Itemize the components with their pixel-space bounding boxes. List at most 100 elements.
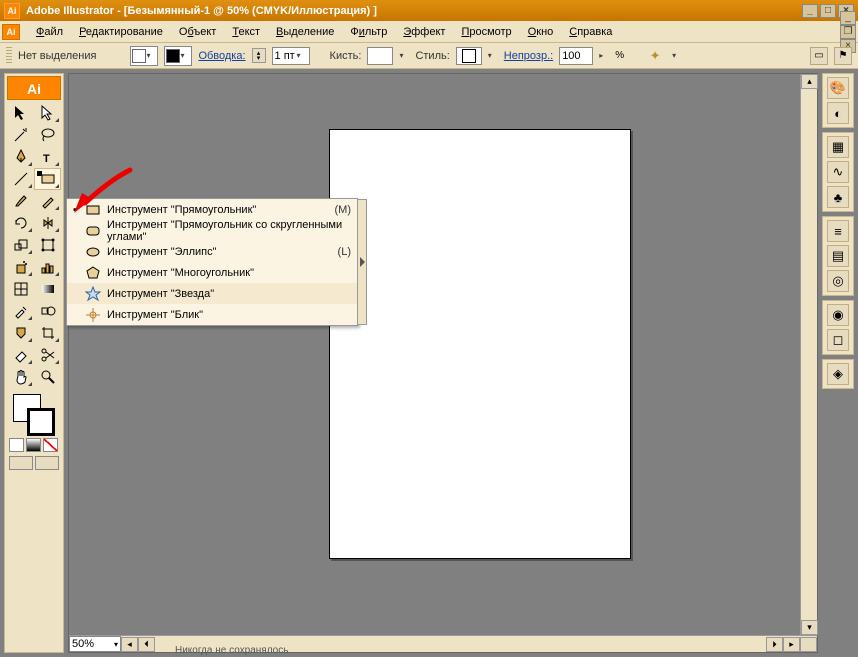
scale-tool[interactable] [7, 234, 34, 256]
symbol-sprayer-tool[interactable] [7, 256, 34, 278]
stroke-weight-input[interactable]: 1 пт▾ [272, 47, 310, 65]
crop-tool[interactable] [34, 322, 61, 344]
color-swatches[interactable] [7, 392, 61, 436]
stroke-panel-link[interactable]: Обводка: [198, 50, 245, 62]
stroke-color-well[interactable]: ▾ [164, 46, 192, 66]
brushes-panel-icon[interactable]: ∿ [827, 161, 849, 183]
canvas[interactable] [69, 74, 800, 635]
style-label: Стиль: [415, 50, 449, 62]
flyout-tearoff-handle[interactable] [357, 199, 367, 325]
style-picker[interactable] [456, 47, 482, 65]
gradient-mode-button[interactable] [26, 438, 41, 452]
minimize-button[interactable]: _ [802, 4, 818, 18]
menu-help[interactable]: Справка [561, 23, 620, 41]
scissors-tool[interactable] [34, 344, 61, 366]
save-status: Никогда не сохранялось [175, 645, 288, 656]
scroll-right-button[interactable]: ▸ [783, 637, 800, 652]
pen-tool[interactable] [7, 146, 34, 168]
zoom-input[interactable]: 50%▾ [69, 636, 121, 652]
maximize-button[interactable]: □ [820, 4, 836, 18]
vertical-scrollbar[interactable]: ▴ ▾ [800, 74, 817, 635]
flyout-ellipse-tool[interactable]: Инструмент "Эллипс" (L) [67, 241, 357, 262]
blend-tool[interactable] [34, 300, 61, 322]
ai-logo-icon: Ai [2, 24, 20, 40]
flyout-polygon-tool[interactable]: Инструмент "Многоугольник" [67, 262, 357, 283]
flyout-flare-tool[interactable]: Инструмент "Блик" [67, 304, 357, 325]
horizontal-scrollbar[interactable]: 50%▾ ◂ ⏴ Никогда не сохранялось ⏵ ▸ [69, 635, 817, 652]
appearance-panel-icon[interactable]: ◉ [827, 304, 849, 326]
lasso-tool[interactable] [34, 124, 61, 146]
app-icon: Ai [4, 3, 20, 19]
scroll-down-button[interactable]: ▾ [801, 620, 818, 635]
menu-text[interactable]: Текст [224, 23, 268, 41]
star-icon [85, 286, 101, 302]
screen-normal-button[interactable] [9, 456, 33, 470]
flyout-rounded-rectangle-tool[interactable]: Инструмент "Прямоугольник со скругленным… [67, 220, 357, 241]
options-bar: Нет выделения ▾ ▾ Обводка: ▴▾ 1 пт▾ Кист… [0, 43, 858, 69]
pencil-tool[interactable] [34, 190, 61, 212]
type-tool[interactable]: T [34, 146, 61, 168]
menu-edit[interactable]: Редактирование [71, 23, 171, 41]
graphic-styles-panel-icon[interactable]: ◻ [827, 329, 849, 351]
preferences-button[interactable]: ⚑ [834, 47, 852, 65]
doc-restore-button[interactable]: ❐ [840, 25, 856, 39]
nav-first-button[interactable]: ⏴ [138, 637, 155, 652]
workspace: Ai T [0, 69, 858, 657]
stroke-panel-icon[interactable]: ≡ [827, 220, 849, 242]
layers-panel-icon[interactable]: ◈ [827, 363, 849, 385]
menu-object[interactable]: Объект [171, 23, 224, 41]
mesh-tool[interactable] [7, 278, 34, 300]
opacity-panel-link[interactable]: Непрозр.: [504, 50, 553, 62]
free-transform-tool[interactable] [34, 234, 61, 256]
swatches-panel-icon[interactable]: ▦ [827, 136, 849, 158]
menu-window[interactable]: Окно [520, 23, 562, 41]
line-tool[interactable] [7, 168, 34, 190]
menu-view[interactable]: Просмотр [453, 23, 519, 41]
color-guide-panel-icon[interactable]: ◐ [827, 102, 849, 124]
scroll-left-button[interactable]: ◂ [121, 637, 138, 652]
flyout-star-tool[interactable]: Инструмент "Звезда" [67, 283, 357, 304]
eraser-tool[interactable] [7, 344, 34, 366]
zoom-tool[interactable] [34, 366, 61, 388]
direct-selection-tool[interactable] [34, 102, 61, 124]
transparency-panel-icon[interactable]: ◎ [827, 270, 849, 292]
opacity-input[interactable]: 100 [559, 47, 593, 65]
opacity-drop[interactable]: ▸ [599, 51, 609, 60]
gradient-tool[interactable] [34, 278, 61, 300]
recolor-icon[interactable]: ✦ [644, 47, 666, 65]
artboard [329, 129, 631, 559]
doc-setup-button[interactable]: ▭ [810, 47, 828, 65]
hand-tool[interactable] [7, 366, 34, 388]
brush-picker[interactable] [367, 47, 393, 65]
paintbrush-tool[interactable] [7, 190, 34, 212]
none-mode-button[interactable] [43, 438, 58, 452]
menu-file[interactable]: Файл [28, 23, 71, 41]
menu-effect[interactable]: Эффект [395, 23, 453, 41]
menu-bar: Ai Файл Редактирование Объект Текст Выде… [0, 21, 858, 43]
gradient-panel-icon[interactable]: ▤ [827, 245, 849, 267]
rectangle-tool[interactable] [34, 168, 61, 190]
stroke-swatch[interactable] [27, 408, 55, 436]
selection-tool[interactable] [7, 102, 34, 124]
eyedropper-tool[interactable] [7, 300, 34, 322]
magic-wand-tool[interactable] [7, 124, 34, 146]
fill-color-well[interactable]: ▾ [130, 46, 158, 66]
nav-last-button[interactable]: ⏵ [766, 637, 783, 652]
stroke-stepper[interactable]: ▴▾ [252, 48, 266, 63]
brush-label: Кисть: [330, 50, 362, 62]
screen-full-button[interactable] [35, 456, 59, 470]
menu-filter[interactable]: Фильтр [342, 23, 395, 41]
flare-icon [85, 307, 101, 323]
live-paint-tool[interactable] [7, 322, 34, 344]
panel-grip-icon[interactable] [6, 47, 12, 65]
menu-select[interactable]: Выделение [268, 23, 342, 41]
color-panel-icon[interactable]: 🎨 [827, 77, 849, 99]
toolbox-logo: Ai [7, 76, 61, 100]
rotate-tool[interactable] [7, 212, 34, 234]
symbols-panel-icon[interactable]: ♣ [827, 186, 849, 208]
doc-minimize-button[interactable]: _ [840, 11, 856, 25]
reflect-tool[interactable] [34, 212, 61, 234]
scroll-up-button[interactable]: ▴ [801, 74, 818, 89]
graph-tool[interactable] [34, 256, 61, 278]
color-mode-button[interactable] [9, 438, 24, 452]
